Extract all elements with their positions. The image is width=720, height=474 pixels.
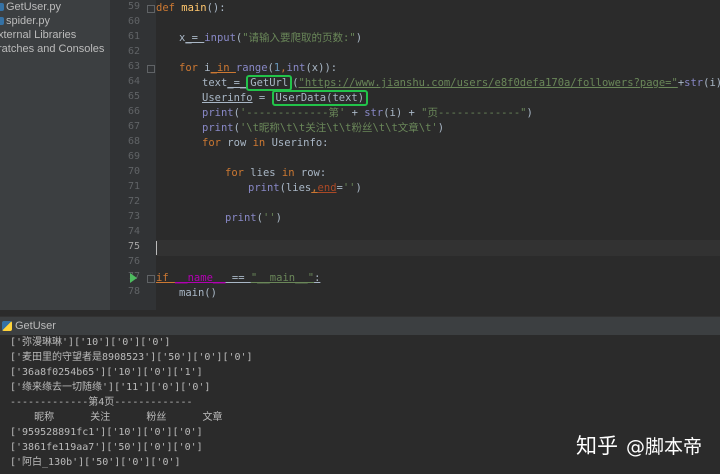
python-run-icon <box>2 321 12 332</box>
watermark-author: @脚本帝 <box>625 436 702 458</box>
fold-marker-icon[interactable] <box>147 5 155 13</box>
run-tool-window-header: GetUser <box>0 316 720 336</box>
run-tab-getuser[interactable]: GetUser <box>2 318 56 334</box>
line-number: 68 <box>127 136 140 147</box>
fold-marker-icon[interactable] <box>147 275 155 283</box>
fold-marker-icon[interactable] <box>147 65 155 73</box>
code-line-78: main() <box>179 287 217 299</box>
code-line-77: if __name__ == "__main__": <box>156 272 321 284</box>
line-number: 73 <box>127 211 140 222</box>
editor-gutter: 59 60 61 62 63 64 65 66 67 68 69 70 71 7… <box>110 0 156 310</box>
console-line: -------------第4页------------- <box>10 397 193 408</box>
console-line: ['缘来缘去一切随缘']['11']['0']['0'] <box>10 382 211 393</box>
project-file-getuser[interactable]: GetUser.py <box>0 0 61 14</box>
python-file-icon <box>0 17 4 26</box>
line-number: 71 <box>127 181 140 192</box>
code-line-73: print('') <box>225 212 282 224</box>
line-number: 72 <box>127 196 140 207</box>
console-line: ['麦田里的守望者是8908523']['50']['0']['0'] <box>10 352 253 363</box>
line-number: 67 <box>127 121 140 132</box>
line-number: 70 <box>127 166 140 177</box>
code-line-67: print('\t昵称\t\t关注\t\t粉丝\t\t文章\t') <box>202 122 445 134</box>
line-number: 65 <box>127 91 140 102</box>
console-line: ['959528891fc1']['10']['0']['0'] <box>10 427 203 438</box>
console-line: ['阿白_130b']['50']['0']['0'] <box>10 457 181 468</box>
line-number: 69 <box>127 151 140 162</box>
line-number: 64 <box>127 76 140 87</box>
line-number: 78 <box>127 286 140 297</box>
run-arrow-icon[interactable] <box>130 273 137 283</box>
code-line-71: print(lies,end='') <box>248 182 362 194</box>
line-number: 61 <box>127 31 140 42</box>
code-editor[interactable]: def main(): x_= input("请输入要爬取的页数:") for … <box>156 0 720 310</box>
console-line: 昵称 关注 粉丝 文章 <box>10 412 223 423</box>
console-line: ['弥漫琳琳']['10']['0']['0'] <box>10 337 171 348</box>
code-line-63: for i_in range(1,int(x)): <box>179 62 338 74</box>
console-line: ['36a8f0254b65']['10']['0']['1'] <box>10 367 203 378</box>
code-line-65: Userinfo = UserData(text) <box>202 90 369 106</box>
code-line-66: print('-------------第' + str(i) + "页----… <box>202 107 533 119</box>
line-number: 63 <box>127 61 140 72</box>
line-number: 74 <box>127 226 140 237</box>
code-line-61: x_= input("请输入要爬取的页数:") <box>179 32 363 44</box>
zhihu-watermark: 知乎 @脚本帝 <box>576 430 702 460</box>
line-number-current: 75 <box>127 241 140 252</box>
project-file-spider[interactable]: spider.py <box>0 14 50 28</box>
code-line-59: def main(): <box>156 2 226 14</box>
text-caret <box>156 241 157 255</box>
line-number: 62 <box>127 46 140 57</box>
watermark-site: 知乎 <box>575 434 618 458</box>
project-external-libraries[interactable]: xternal Libraries <box>0 28 76 42</box>
line-number: 60 <box>127 16 140 27</box>
line-number: 59 <box>127 1 140 12</box>
code-line-68: for row in Userinfo: <box>202 137 329 149</box>
python-file-icon <box>0 3 4 12</box>
code-line-64: text_=_ GetUrl ("https://www.jianshu.com/u… <box>202 75 720 91</box>
project-panel: GetUser.py spider.py xternal Libraries r… <box>0 0 111 310</box>
highlight-box-geturl: GetUrl <box>246 75 293 91</box>
console-line: ['3861fe119aa7']['50']['0']['0'] <box>10 442 203 453</box>
line-number: 76 <box>127 256 140 267</box>
current-line-highlight <box>156 240 720 256</box>
project-scratches-consoles[interactable]: ratches and Consoles <box>0 42 104 56</box>
highlight-box-userdata: UserData(text) <box>271 90 369 106</box>
line-number: 66 <box>127 106 140 117</box>
code-line-70: for lies in row: <box>225 167 327 179</box>
